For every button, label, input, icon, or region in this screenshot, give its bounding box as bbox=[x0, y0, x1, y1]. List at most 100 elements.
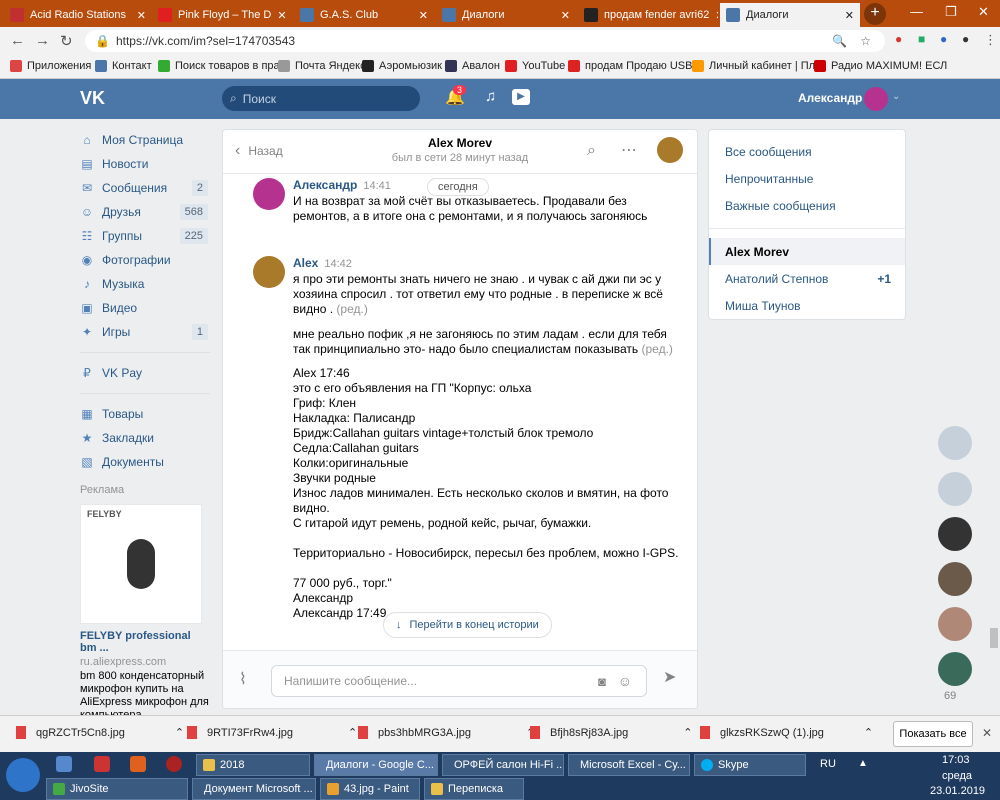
taskbar-item-paint[interactable]: 43.jpg - Paint bbox=[320, 778, 420, 800]
friend-avatar[interactable] bbox=[938, 607, 972, 641]
conversation-anatoly[interactable]: Анатолий Степнов +1 bbox=[709, 265, 905, 292]
play-icon[interactable]: ▶ bbox=[512, 89, 530, 105]
tab-gas-club[interactable]: G.A.S. Club ✕ bbox=[294, 3, 434, 27]
friend-avatar[interactable] bbox=[938, 562, 972, 596]
taskbar-item-folder-perepiska[interactable]: Переписка bbox=[424, 778, 524, 800]
taskbar-pinned-icon[interactable] bbox=[130, 756, 146, 772]
scrollbar-thumb[interactable] bbox=[990, 628, 998, 648]
download-item[interactable]: glkzsRKSzwQ (1).jpg ⌃ bbox=[700, 726, 873, 739]
tray-icon[interactable]: ▲ bbox=[858, 758, 868, 769]
new-tab-button[interactable]: + bbox=[864, 3, 886, 25]
tab-pink-floyd[interactable]: Pink Floyd – The D ✕ bbox=[152, 3, 292, 27]
friend-avatar[interactable] bbox=[938, 652, 972, 686]
menu-item-music[interactable]: ♪ Музыка bbox=[80, 272, 210, 296]
search-icon[interactable]: ⌕ bbox=[587, 142, 596, 160]
friend-avatar[interactable] bbox=[938, 517, 972, 551]
minimize-icon[interactable]: — bbox=[910, 4, 923, 19]
chevron-up-icon[interactable]: ⌃ bbox=[683, 726, 692, 739]
menu-item-games[interactable]: ✦ Игры 1 bbox=[80, 320, 210, 344]
search-input[interactable]: ⌕ Поиск bbox=[222, 86, 420, 111]
conversation-misha[interactable]: Миша Тиунов bbox=[709, 292, 905, 319]
menu-item-goods[interactable]: ▦ Товары bbox=[80, 402, 210, 426]
close-icon[interactable]: ✕ bbox=[982, 726, 992, 740]
bookmark-yandex-mail[interactable]: Почта Яндекс bbox=[278, 60, 366, 72]
ad-image[interactable]: FELYBY bbox=[80, 504, 202, 624]
menu-item-bookmarks[interactable]: ★ Закладки bbox=[80, 426, 210, 450]
download-item[interactable]: 9RTI73FrRw4.jpg ⌃ bbox=[187, 726, 357, 739]
menu-item-my-page[interactable]: ⌂ Моя Страница bbox=[80, 128, 210, 152]
bookmark-maximum[interactable]: Радио MAXIMUM! ЕСЛ bbox=[814, 60, 947, 72]
send-icon[interactable]: ➤ bbox=[663, 667, 676, 687]
tab-acid-radio[interactable]: Acid Radio Stations ✕ bbox=[4, 3, 152, 27]
chevron-down-icon[interactable]: ⌄ bbox=[892, 91, 900, 102]
filter-unread[interactable]: Непрочитанные bbox=[709, 165, 905, 192]
more-dots-icon[interactable]: ⋯ bbox=[621, 140, 637, 160]
paperclip-icon[interactable]: ⌇ bbox=[239, 669, 247, 689]
bookmark-youtube[interactable]: YouTube bbox=[505, 60, 565, 72]
filter-important[interactable]: Важные сообщения bbox=[709, 192, 905, 219]
taskbar-pinned-icon[interactable] bbox=[56, 756, 72, 772]
tab-dialogs-active[interactable]: Диалоги ✕ bbox=[720, 3, 860, 27]
menu-item-photos[interactable]: ◉ Фотографии bbox=[80, 248, 210, 272]
sender-name[interactable]: Alex bbox=[293, 256, 318, 270]
download-item[interactable]: pbs3hbMRG3A.jpg⌃ bbox=[358, 726, 535, 739]
vk-logo[interactable]: VK bbox=[80, 88, 105, 109]
taskbar-item-jivosite[interactable]: JivoSite bbox=[46, 778, 188, 800]
bookmark-avalon[interactable]: Авалон bbox=[445, 60, 500, 72]
filter-all-messages[interactable]: Все сообщения bbox=[709, 138, 905, 165]
zoom-icon[interactable]: 🔍 bbox=[832, 34, 847, 48]
menu-item-vkpay[interactable]: ₽ VK Pay bbox=[80, 361, 210, 385]
conversation-alex-morev[interactable]: Alex Morev bbox=[709, 238, 905, 265]
menu-item-messages[interactable]: ✉ Сообщения 2 bbox=[80, 176, 210, 200]
taskbar-item-chrome[interactable]: Диалоги - Google C... bbox=[314, 754, 438, 776]
friend-avatar[interactable] bbox=[938, 426, 972, 460]
reload-icon[interactable]: ↻ bbox=[60, 32, 73, 50]
user-name[interactable]: Александр bbox=[798, 91, 862, 105]
menu-dots-icon[interactable]: ⋮ bbox=[984, 32, 997, 48]
maximize-icon[interactable]: ❐ bbox=[945, 4, 957, 20]
taskbar-pinned-icon[interactable] bbox=[94, 756, 110, 772]
close-icon[interactable]: ✕ bbox=[131, 9, 146, 22]
taskbar-item-word[interactable]: Документ Microsoft ... bbox=[192, 778, 316, 800]
show-all-downloads-button[interactable]: Показать все bbox=[893, 721, 973, 747]
emoji-icon[interactable]: ☺ bbox=[618, 673, 632, 689]
close-icon[interactable]: ✕ bbox=[413, 9, 428, 22]
user-extension-icon[interactable]: ● bbox=[962, 32, 969, 46]
menu-item-groups[interactable]: ☷ Группы 225 bbox=[80, 224, 210, 248]
close-icon[interactable]: ✕ bbox=[271, 9, 286, 22]
star-icon[interactable]: ☆ bbox=[860, 34, 871, 48]
taskbar-item-folder-2018[interactable]: 2018 bbox=[196, 754, 310, 776]
friends-online-count[interactable]: 69 bbox=[944, 690, 956, 702]
sender-name[interactable]: Александр bbox=[293, 178, 357, 192]
extension2-icon[interactable]: ● bbox=[940, 32, 947, 46]
chevron-up-icon[interactable]: ⌃ bbox=[175, 726, 184, 739]
close-icon[interactable]: ✕ bbox=[555, 9, 570, 22]
avatar[interactable] bbox=[657, 137, 683, 163]
download-item[interactable]: qgRZCTr5Cn8.jpg ⌃ bbox=[16, 726, 184, 739]
menu-item-news[interactable]: ▤ Новости bbox=[80, 152, 210, 176]
friend-avatar[interactable] bbox=[938, 472, 972, 506]
bookmark-apps[interactable]: Приложения bbox=[10, 60, 91, 72]
bookmark-price-search[interactable]: Поиск товаров в прай bbox=[158, 60, 286, 72]
download-item[interactable]: Bfjh8sRj83A.jpg ⌃ bbox=[530, 726, 693, 739]
start-button[interactable] bbox=[6, 758, 40, 792]
bookmark-kontakt[interactable]: Контакт bbox=[95, 60, 152, 72]
forward-arrow-icon[interactable]: → bbox=[35, 32, 50, 49]
url-input[interactable]: 🔒 https://vk.com/im?sel=174703543 🔍 ☆ bbox=[85, 30, 885, 52]
avatar[interactable] bbox=[253, 256, 285, 288]
avatar[interactable] bbox=[864, 87, 888, 111]
language-indicator[interactable]: RU bbox=[820, 758, 836, 770]
menu-item-video[interactable]: ▣ Видео bbox=[80, 296, 210, 320]
adblock-icon[interactable]: ■ bbox=[918, 32, 925, 46]
menu-item-documents[interactable]: ▧ Документы bbox=[80, 450, 210, 474]
extension-icon[interactable]: ● bbox=[895, 32, 902, 46]
chevron-up-icon[interactable]: ⌃ bbox=[348, 726, 357, 739]
bookmark-aeromusic[interactable]: Аэромьюзик bbox=[362, 60, 442, 72]
chevron-up-icon[interactable]: ⌃ bbox=[864, 726, 873, 739]
ad-title[interactable]: FELYBY professional bm ... bbox=[80, 630, 210, 654]
clock-time[interactable]: 17:03 bbox=[942, 754, 970, 766]
taskbar-item-skype[interactable]: Skype bbox=[694, 754, 806, 776]
menu-item-friends[interactable]: ☺ Друзья 568 bbox=[80, 200, 210, 224]
back-arrow-icon[interactable]: ← bbox=[10, 32, 25, 49]
close-window-icon[interactable]: ✕ bbox=[978, 4, 989, 20]
